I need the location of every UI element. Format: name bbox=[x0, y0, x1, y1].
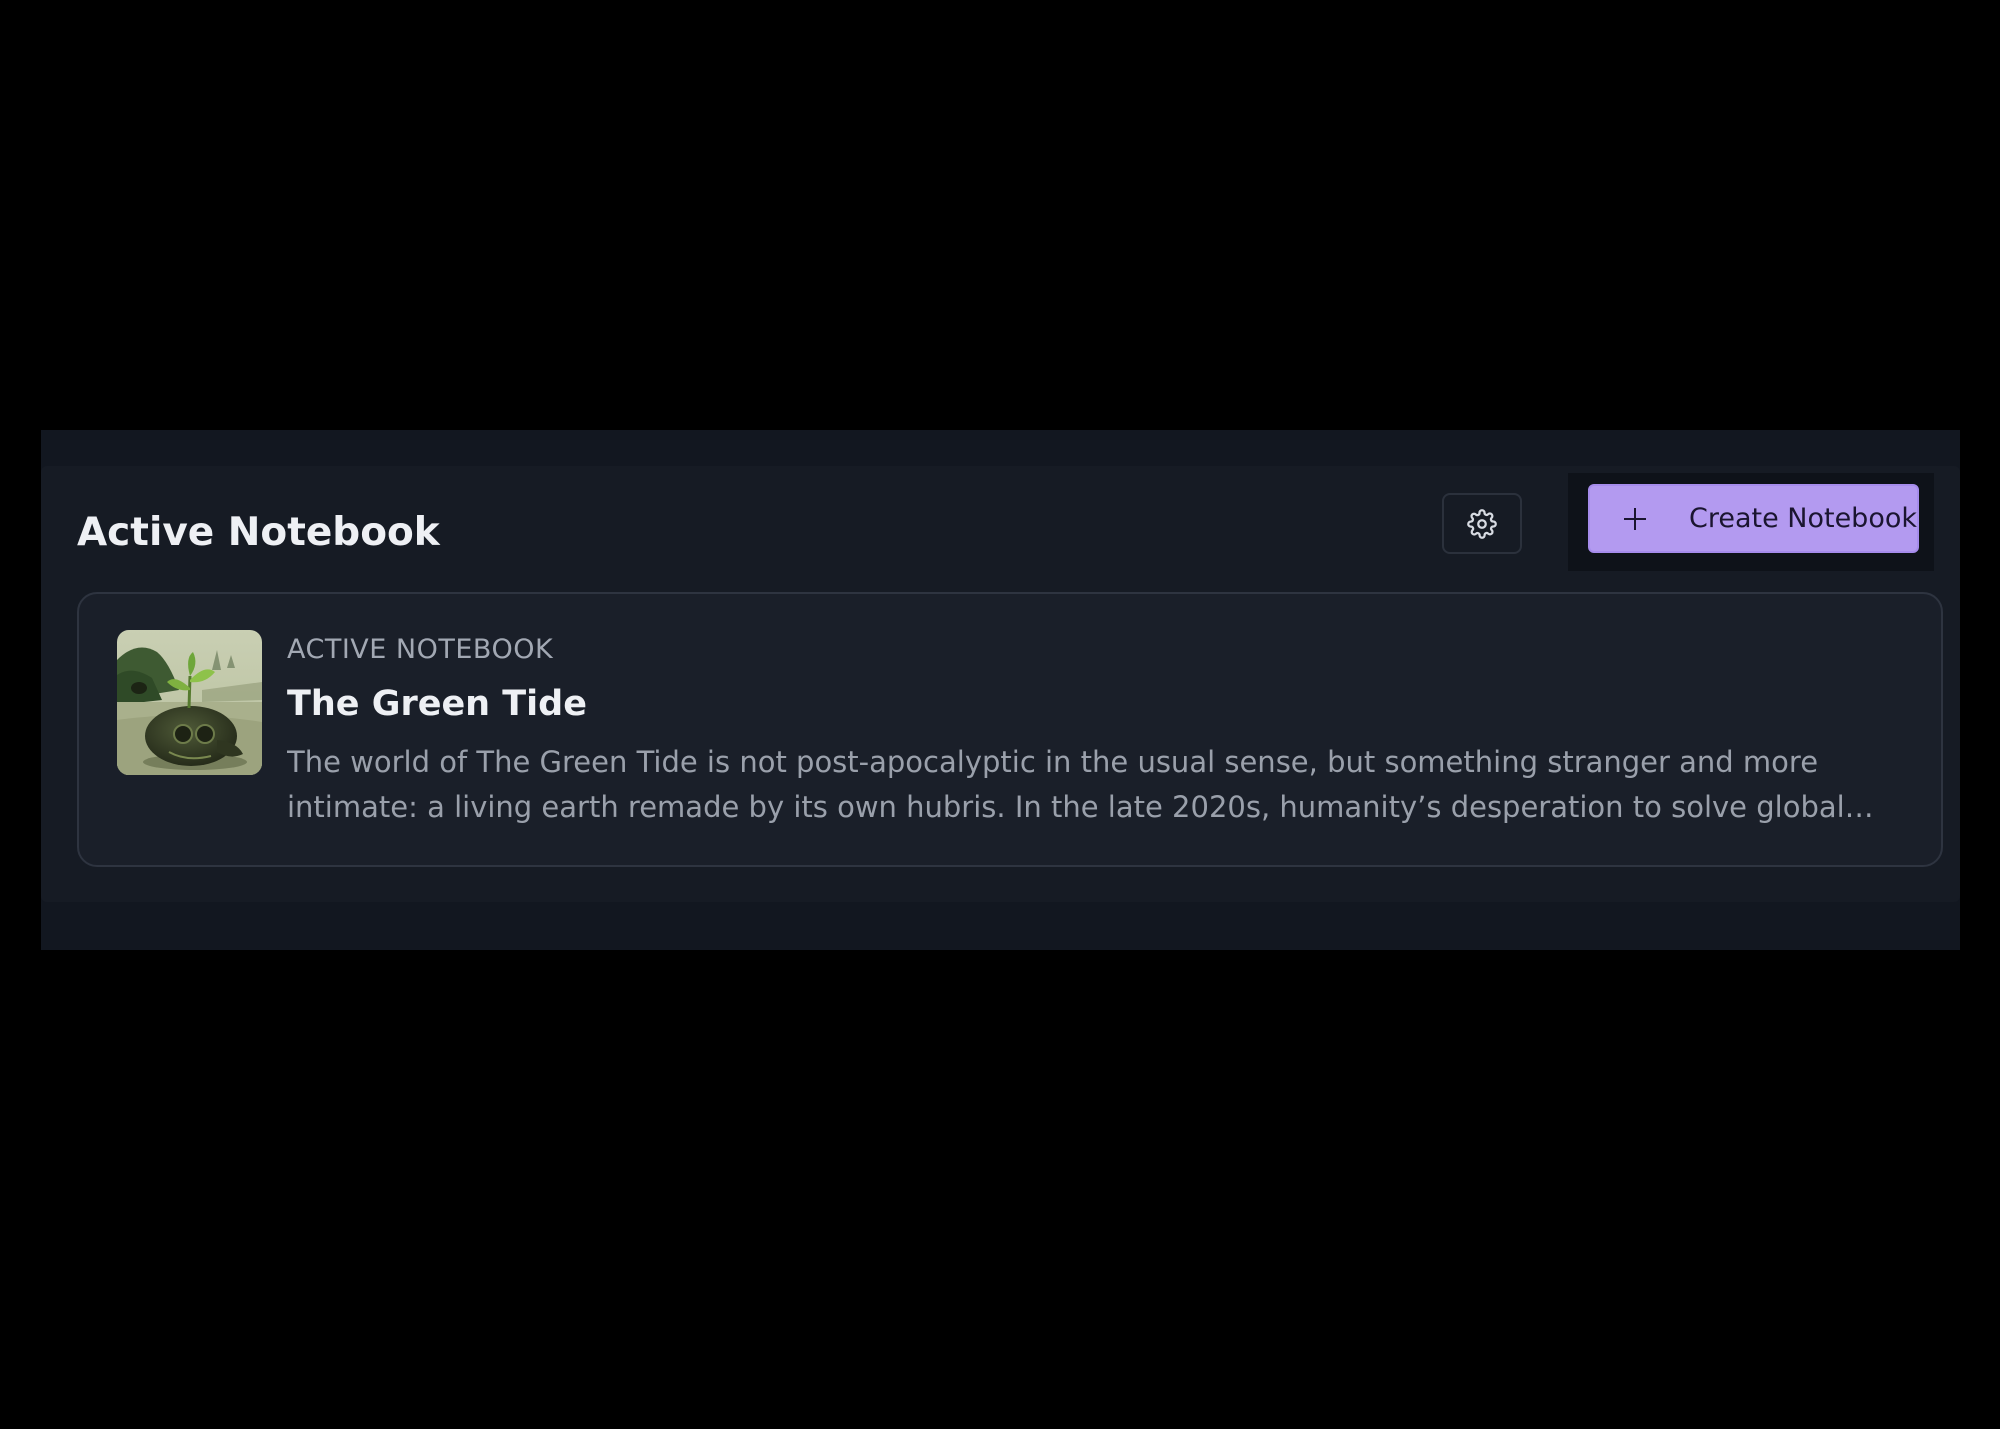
card-eyebrow: ACTIVE NOTEBOOK bbox=[287, 634, 554, 665]
create-notebook-button[interactable]: Create Notebook bbox=[1588, 484, 1919, 553]
cover-illustration bbox=[117, 630, 262, 775]
notebook-cover-image bbox=[117, 630, 262, 775]
create-notebook-label: Create Notebook bbox=[1688, 503, 1917, 534]
screen: Active Notebook Create Notebook ACTIVE N… bbox=[0, 0, 2000, 1429]
active-notebook-card[interactable]: ACTIVE NOTEBOOK The Green Tide The world… bbox=[77, 592, 1943, 867]
notebook-title: The Green Tide bbox=[287, 684, 587, 724]
gear-icon bbox=[1467, 508, 1497, 539]
plus-icon bbox=[1621, 505, 1649, 533]
settings-button[interactable] bbox=[1442, 493, 1522, 554]
notebook-description: The world of The Green Tide is not post-… bbox=[287, 740, 1927, 830]
section-title: Active Notebook bbox=[77, 510, 440, 555]
description-line-1: The world of The Green Tide is not post-… bbox=[287, 745, 1819, 779]
description-line-2: intimate: a living earth remade by its o… bbox=[287, 790, 1874, 824]
